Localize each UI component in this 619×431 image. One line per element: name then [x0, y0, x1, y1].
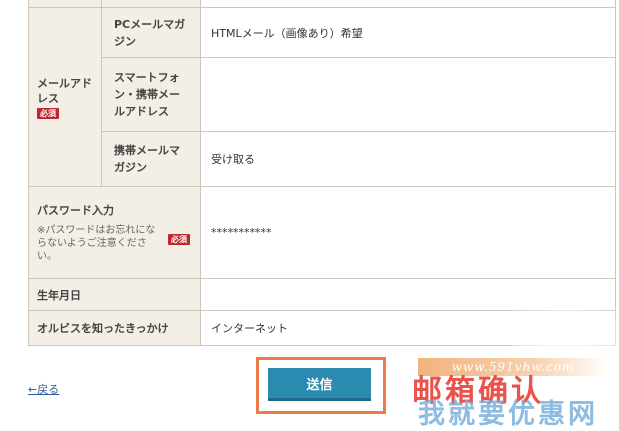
- email-label-cell: メールアドレス 必須: [28, 7, 102, 187]
- birthday-label: 生年月日: [28, 278, 201, 311]
- required-badge: 必須: [37, 107, 59, 119]
- table-row: 携帯メールマガジン 受け取る: [29, 131, 616, 187]
- password-note: ※パスワードはお忘れにならないようご注意ください。: [37, 225, 156, 262]
- password-label-cell: パスワード入力 ※パスワードはお忘れにならないようご注意ください。 必須: [28, 186, 201, 279]
- prev-sub-label-cell: [101, 0, 201, 8]
- pc-magazine-label: PCメールマガジン: [101, 7, 201, 58]
- watermark-text-secondary: 我就要优惠网: [418, 399, 598, 430]
- mobile-address-value: [200, 57, 616, 132]
- mobile-magazine-value: 受け取る: [200, 131, 616, 187]
- watermark-fade: [512, 306, 619, 366]
- table-row: スマートフォン・携帯メールアドレス: [29, 57, 616, 132]
- required-badge: 必須: [168, 234, 190, 245]
- password-value: ***********: [200, 186, 616, 279]
- pc-magazine-value: HTMLメール（画像あり）希望: [200, 7, 616, 58]
- password-label: パスワード入力: [37, 204, 114, 217]
- table-row: メールアドレス 必須 PCメールマガジン HTMLメール（画像あり）希望: [28, 7, 616, 187]
- referral-label: オルビスを知ったきっかけ: [28, 310, 201, 346]
- prev-value-cell: [200, 0, 616, 8]
- email-label-cell-top: [28, 0, 102, 8]
- table-row: [28, 0, 616, 8]
- back-link[interactable]: ←戻る: [28, 381, 59, 397]
- confirmation-form-table: メールアドレス 必須 PCメールマガジン HTMLメール（画像あり）希望 スマー…: [28, 0, 616, 346]
- email-label: メールアドレス: [37, 76, 92, 105]
- table-row: パスワード入力 ※パスワードはお忘れにならないようご注意ください。 必須 ***…: [28, 186, 616, 279]
- submit-button[interactable]: 送信: [268, 368, 371, 401]
- mobile-magazine-label: 携帯メールマガジン: [101, 131, 201, 187]
- mobile-address-label: スマートフォン・携帯メールアドレス: [101, 57, 201, 132]
